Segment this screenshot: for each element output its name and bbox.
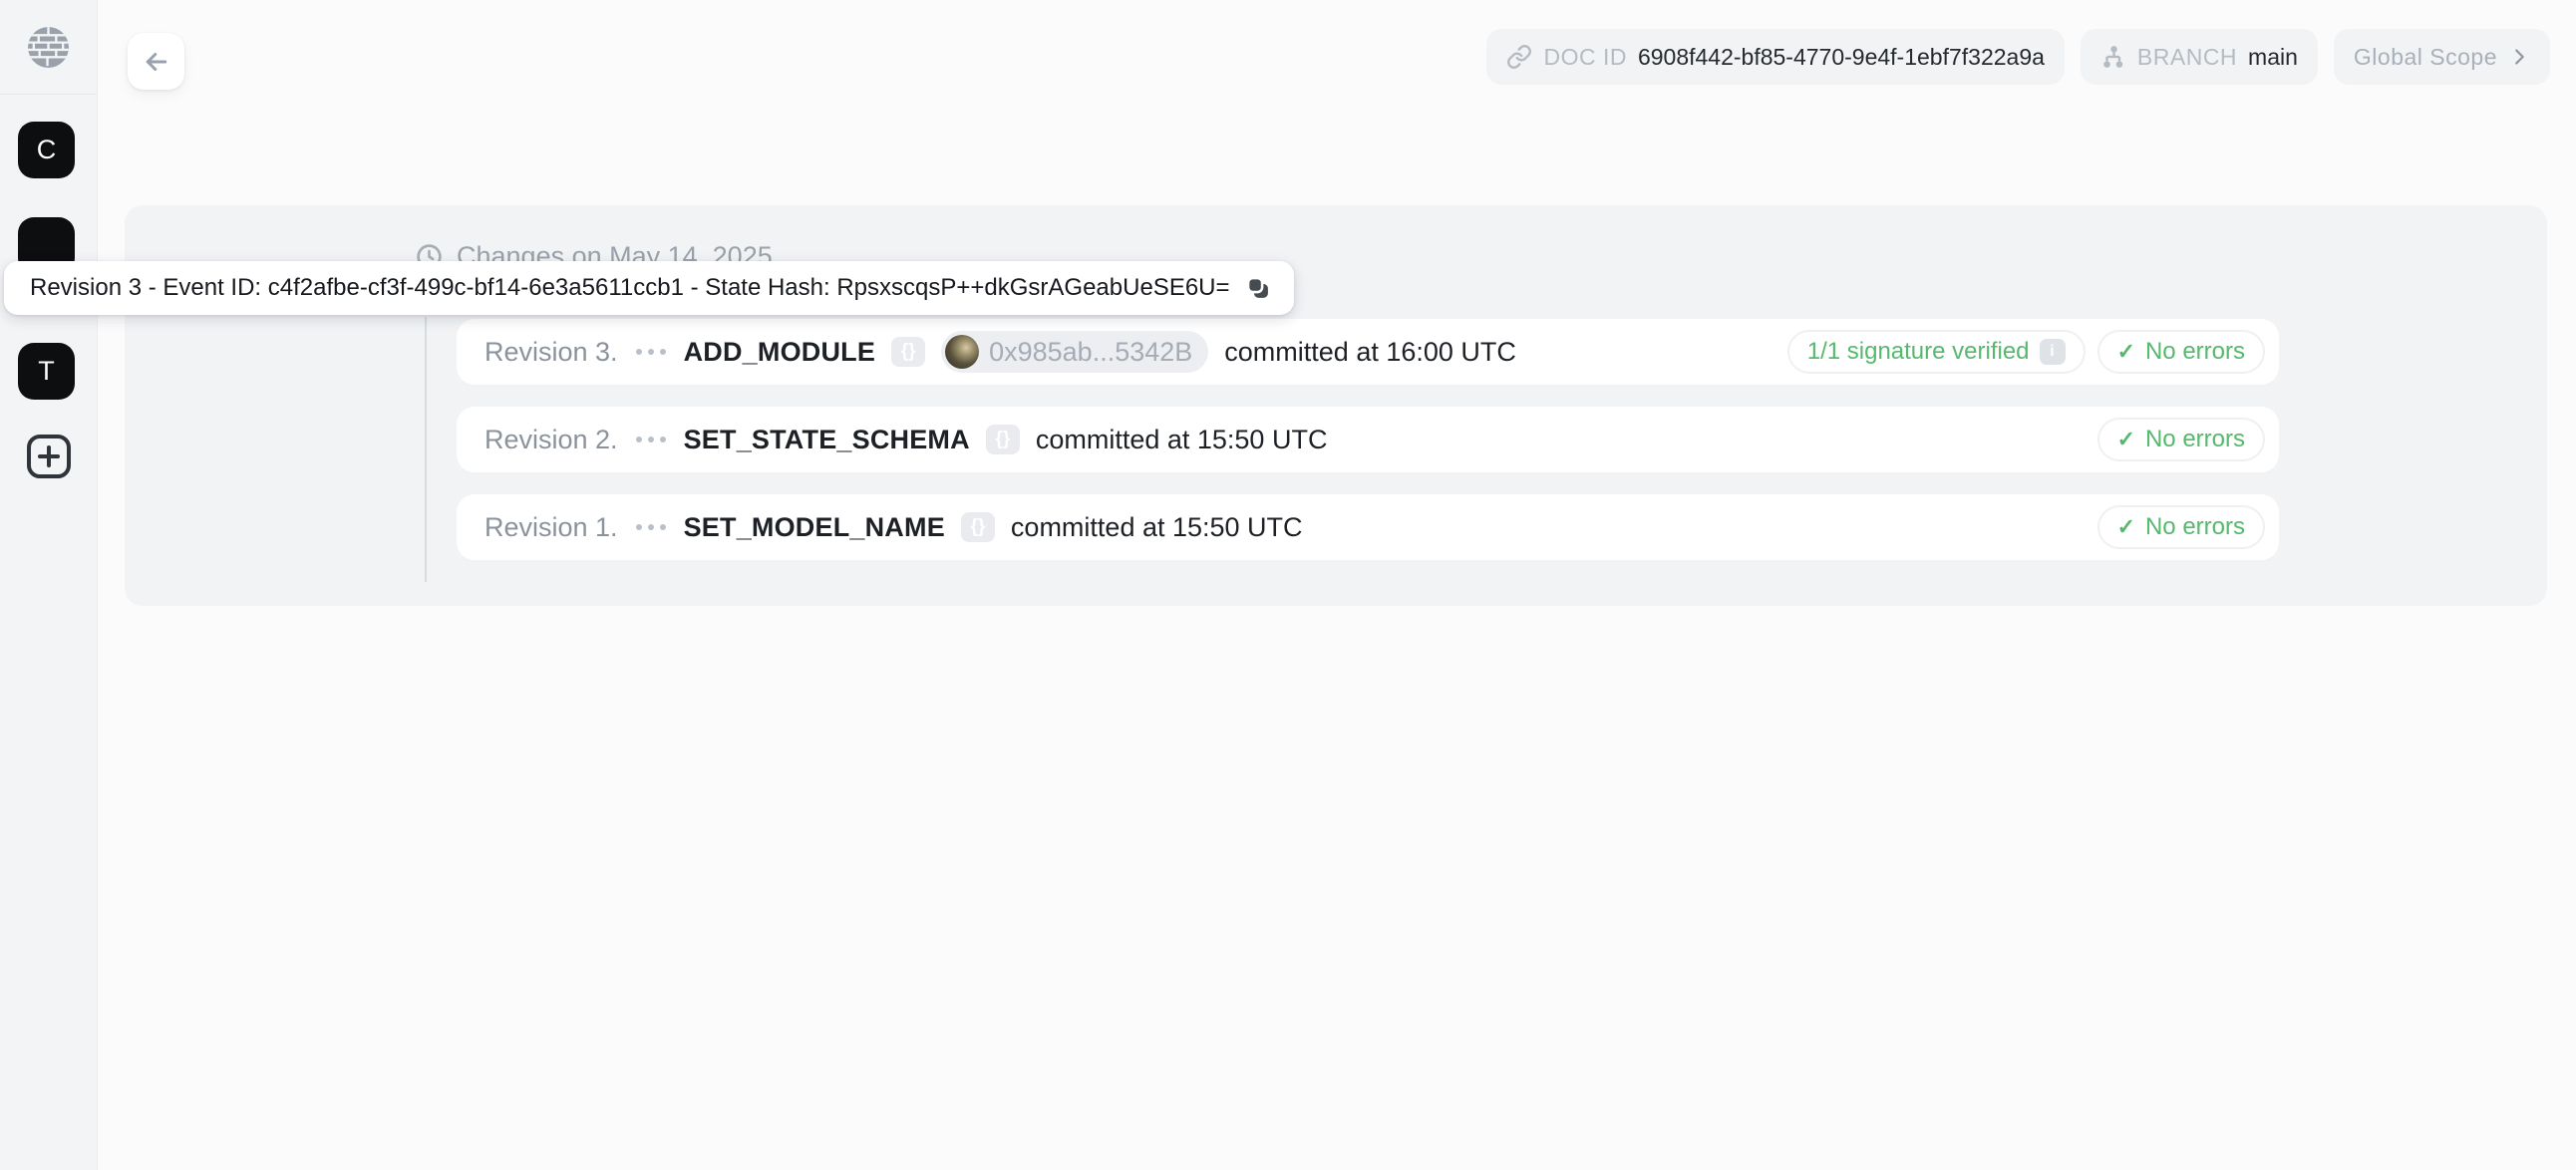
copy-icon[interactable] [1244, 274, 1272, 302]
doc-id-value: 6908f442-bf85-4770-9e4f-1ebf7f322a9a [1638, 44, 2045, 71]
add-workspace-button[interactable] [25, 433, 73, 480]
sidebar-divider [0, 94, 97, 95]
timeline-line [425, 317, 427, 582]
revision-row-1[interactable]: Revision 1. SET_MODEL_NAME {} committed … [457, 494, 2279, 560]
arrow-left-icon [142, 47, 171, 77]
chevron-right-icon [2508, 46, 2530, 68]
doc-id-badge[interactable]: DOC ID 6908f442-bf85-4770-9e4f-1ebf7f322… [1486, 29, 2064, 85]
sidebar-item-workspace-c[interactable]: C [18, 122, 75, 178]
sidebar: C T [0, 0, 98, 1170]
revision-tooltip: Revision 3 - Event ID: c4f2afbe-cf3f-499… [4, 261, 1294, 315]
sidebar-item-workspace-t[interactable]: T [18, 343, 75, 400]
revision-row-2[interactable]: Revision 2. SET_STATE_SCHEMA {} committe… [457, 407, 2279, 472]
revision-label: Revision 3. [484, 337, 618, 368]
ellipsis-icon [636, 524, 666, 530]
back-button[interactable] [128, 33, 184, 90]
topbar: DOC ID 6908f442-bf85-4770-9e4f-1ebf7f322… [1486, 29, 2550, 85]
branch-badge[interactable]: BRANCH main [2081, 29, 2318, 85]
row-badges: ✓ No errors [2097, 505, 2265, 549]
revision-action: ADD_MODULE [684, 337, 876, 368]
branch-icon [2100, 44, 2126, 70]
revision-action: SET_MODEL_NAME [684, 512, 945, 543]
revision-tooltip-text: Revision 3 - Event ID: c4f2afbe-cf3f-499… [30, 274, 1230, 302]
signer-badge[interactable]: 0x985ab...5342B [941, 331, 1208, 373]
ellipsis-icon [636, 437, 666, 442]
row-badges: ✓ No errors [2097, 418, 2265, 461]
link-icon [1506, 44, 1532, 70]
check-icon: ✓ [2117, 427, 2135, 452]
row-badges: 1/1 signature verified i ✓ No errors [1787, 330, 2265, 374]
revision-label: Revision 2. [484, 425, 618, 455]
global-scope-label: Global Scope [2354, 44, 2497, 71]
signer-address: 0x985ab...5342B [989, 337, 1192, 368]
check-icon: ✓ [2117, 514, 2135, 540]
revision-row-3[interactable]: Revision 3. ADD_MODULE {} 0x985ab...5342… [457, 319, 2279, 385]
signer-avatar [945, 335, 979, 369]
revision-action: SET_STATE_SCHEMA [684, 425, 970, 455]
no-errors-badge[interactable]: ✓ No errors [2097, 418, 2265, 461]
no-errors-text: No errors [2145, 338, 2245, 366]
json-braces-icon[interactable]: {} [986, 425, 1020, 454]
globe-logo-icon[interactable] [27, 26, 70, 69]
check-icon: ✓ [2117, 339, 2135, 365]
no-errors-text: No errors [2145, 426, 2245, 453]
plus-icon [25, 433, 73, 480]
no-errors-badge[interactable]: ✓ No errors [2097, 330, 2265, 374]
committed-timestamp: committed at 15:50 UTC [1036, 425, 1328, 455]
branch-label: BRANCH [2137, 44, 2237, 71]
branch-value: main [2248, 44, 2298, 71]
workspace-initial: T [38, 356, 55, 387]
no-errors-text: No errors [2145, 513, 2245, 541]
committed-timestamp: committed at 16:00 UTC [1224, 337, 1516, 368]
revision-label: Revision 1. [484, 512, 618, 543]
global-scope-button[interactable]: Global Scope [2334, 29, 2550, 85]
signature-verified-badge[interactable]: 1/1 signature verified i [1787, 330, 2086, 374]
doc-id-label: DOC ID [1543, 44, 1627, 71]
committed-timestamp: committed at 15:50 UTC [1011, 512, 1303, 543]
workspace-initial: C [37, 135, 57, 165]
no-errors-badge[interactable]: ✓ No errors [2097, 505, 2265, 549]
ellipsis-icon [636, 349, 666, 355]
info-icon[interactable]: i [2040, 339, 2066, 365]
signature-verified-text: 1/1 signature verified [1807, 338, 2030, 366]
json-braces-icon[interactable]: {} [961, 512, 995, 542]
json-braces-icon[interactable]: {} [891, 337, 925, 367]
